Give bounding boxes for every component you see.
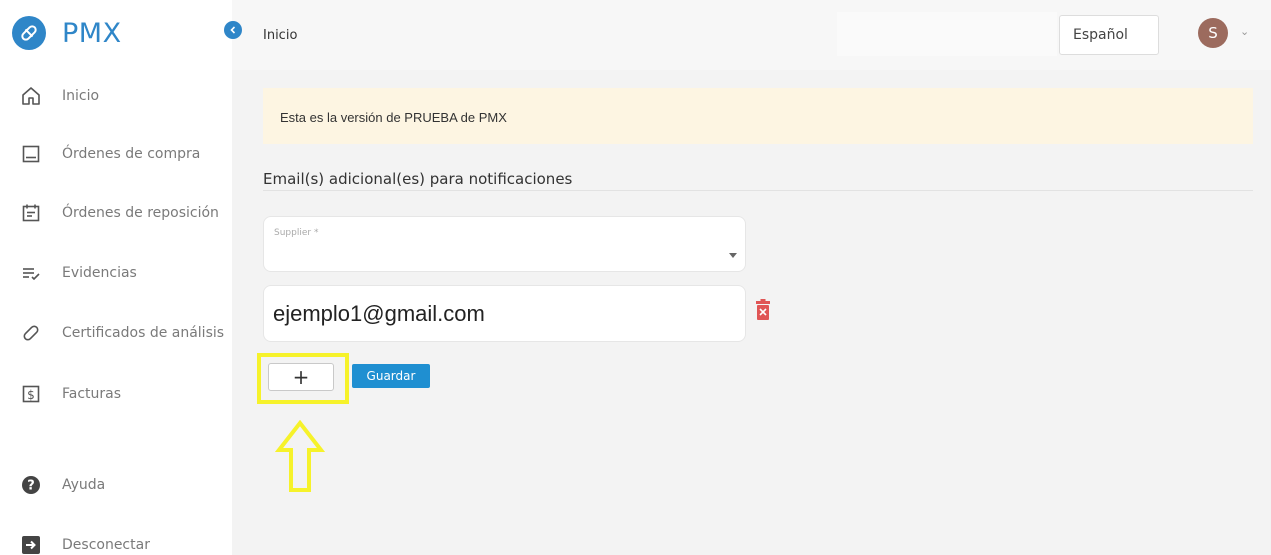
sidebar-item-label: Inicio [62, 88, 100, 104]
section-title: Email(s) adicional(es) para notificacion… [263, 170, 573, 188]
help-icon: ? [20, 474, 42, 496]
sidebar-item-label: Evidencias [62, 265, 137, 281]
logout-icon [20, 534, 42, 555]
top-bar: Inicio Español S ⌄ [232, 0, 1271, 70]
breadcrumb[interactable]: Inicio [263, 28, 297, 43]
sidebar-item-ordenes-reposicion[interactable]: Órdenes de reposición [0, 193, 232, 233]
sidebar-item-label: Órdenes de compra [62, 146, 201, 162]
header-blank-area [837, 12, 1057, 56]
order-icon [20, 143, 42, 165]
chevron-left-icon [230, 26, 236, 34]
avatar[interactable]: S [1198, 18, 1228, 48]
email-field[interactable]: ejemplo1@gmail.com [263, 285, 746, 342]
logo-link-icon [12, 16, 46, 50]
test-version-banner: Esta es la versión de PRUEBA de PMX [263, 88, 1253, 144]
supplier-select[interactable]: Supplier * [263, 216, 746, 272]
supplier-label: Supplier * [274, 228, 319, 238]
link-icon [20, 322, 42, 344]
delete-email-button[interactable] [755, 299, 771, 321]
caret-down-icon [729, 253, 737, 258]
svg-text:$: $ [27, 388, 35, 402]
add-email-button[interactable]: + [268, 363, 334, 391]
sidebar-item-ordenes-compra[interactable]: Órdenes de compra [0, 134, 232, 174]
sidebar-item-evidencias[interactable]: Evidencias [0, 253, 232, 293]
chevron-down-icon[interactable]: ⌄ [1240, 25, 1249, 38]
logo[interactable]: PMX [12, 16, 122, 50]
language-select[interactable]: Español [1059, 15, 1159, 55]
invoice-icon: $ [20, 383, 42, 405]
logo-text: PMX [62, 17, 122, 49]
banner-text: Esta es la versión de PRUEBA de PMX [280, 110, 507, 125]
sidebar-item-label: Facturas [62, 386, 122, 402]
save-button[interactable]: Guardar [352, 364, 430, 388]
sidebar-item-certificados[interactable]: Certificados de análisis [0, 313, 232, 353]
sidebar-item-label: Órdenes de reposición [62, 205, 219, 221]
home-icon [20, 85, 42, 107]
collapse-sidebar-button[interactable] [224, 21, 242, 39]
sidebar: PMX Inicio Órdenes de compra Órdenes de … [0, 0, 232, 555]
trash-icon [756, 299, 770, 320]
svg-text:?: ? [27, 479, 35, 494]
checklist-icon [20, 262, 42, 284]
email-value: ejemplo1@gmail.com [273, 301, 485, 326]
sidebar-item-inicio[interactable]: Inicio [0, 76, 232, 116]
section-divider [263, 190, 1253, 191]
sidebar-item-facturas[interactable]: $ Facturas [0, 374, 232, 414]
up-arrow-annotation [275, 420, 325, 492]
sidebar-item-label: Certificados de análisis [62, 325, 225, 341]
calendar-icon [20, 202, 42, 224]
sidebar-item-ayuda[interactable]: ? Ayuda [0, 465, 232, 505]
sidebar-item-label: Ayuda [62, 477, 106, 493]
sidebar-item-desconectar[interactable]: Desconectar [0, 525, 232, 555]
sidebar-item-label: Desconectar [62, 537, 150, 553]
